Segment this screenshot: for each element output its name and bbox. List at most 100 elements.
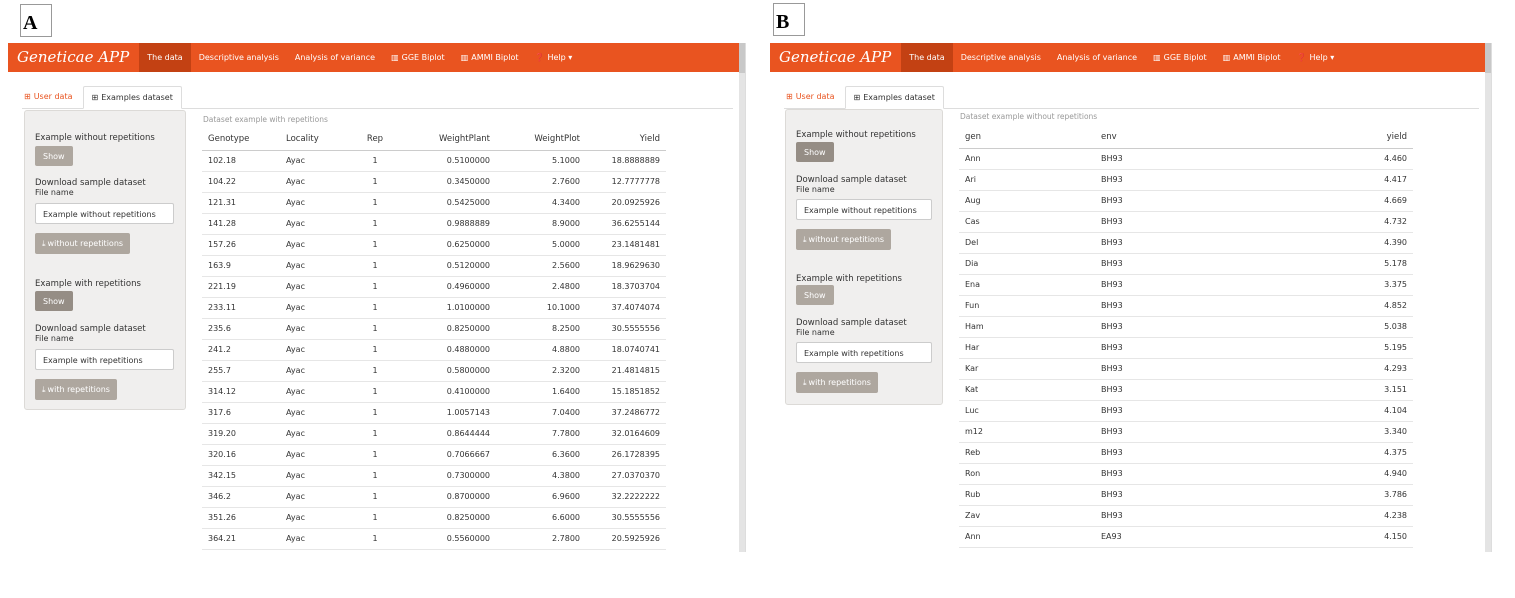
nav-gge-biplot[interactable]: ▥ GGE Biplot: [383, 43, 453, 72]
table-row: 319.20 Ayac 1 0.8644444 7.7800 32.0164609: [202, 423, 666, 445]
table-cell: 0.5100000: [400, 150, 496, 172]
nav-descriptive-analysis[interactable]: Descriptive analysis: [191, 43, 287, 72]
table-cell: 364.21: [202, 528, 280, 550]
panel-b-label: B: [773, 3, 805, 36]
sidebar: Example without repetitions Show Downloa…: [785, 109, 943, 405]
table-row: 255.7 Ayac 1 0.5800000 2.3200 21.4814815: [202, 360, 666, 382]
download-with-label: Download sample dataset: [35, 324, 146, 334]
download-with-button[interactable]: ⤓ with repetitions: [796, 372, 878, 393]
column-header[interactable]: yield: [1245, 127, 1413, 149]
table-cell: 102.18: [202, 150, 280, 172]
table-cell: 221.19: [202, 276, 280, 298]
column-header[interactable]: WeightPlot: [496, 129, 586, 151]
show-without-button[interactable]: Show: [796, 142, 834, 162]
table-cell: 1: [350, 213, 400, 235]
nav-label: AMMI Biplot: [471, 53, 519, 62]
nav-label: AMMI Biplot: [1233, 53, 1281, 62]
nav-descriptive-analysis[interactable]: Descriptive analysis: [953, 43, 1049, 72]
table-cell: 36.6255144: [586, 213, 666, 235]
filename-without-field[interactable]: Example without repetitions: [796, 199, 932, 220]
scrollbar[interactable]: [1485, 43, 1491, 552]
nav-label: GGE Biplot: [401, 53, 445, 62]
column-header[interactable]: env: [1095, 127, 1245, 149]
filename-with-field[interactable]: Example with repetitions: [35, 349, 174, 370]
nav-label: GGE Biplot: [1163, 53, 1207, 62]
table-cell: 0.5560000: [400, 528, 496, 550]
table-cell: 4.293: [1245, 358, 1413, 380]
show-with-button[interactable]: Show: [35, 291, 73, 311]
column-header[interactable]: Locality: [280, 129, 350, 151]
nav-the-data[interactable]: The data: [139, 43, 191, 72]
table-cell: 0.8250000: [400, 507, 496, 529]
nav-analysis-of-variance[interactable]: Analysis of variance: [1049, 43, 1145, 72]
table-cell: 20.5925926: [586, 528, 666, 550]
table-cell: 5.178: [1245, 253, 1413, 275]
column-header[interactable]: Rep: [350, 129, 400, 151]
table-cell: 18.9629630: [586, 255, 666, 277]
filename-without-label: File name: [35, 188, 74, 197]
table-cell: 20.0925926: [586, 192, 666, 214]
table-cell: 4.940: [1245, 463, 1413, 485]
filename-without-label: File name: [796, 185, 835, 194]
table-cell: 0.7066667: [400, 444, 496, 466]
table-row: 233.11 Ayac 1 1.0100000 10.1000 37.4074074: [202, 297, 666, 319]
table-row: Ron BH93 4.940: [959, 463, 1413, 485]
nav-help[interactable]: ❓ Help ▾: [526, 43, 580, 72]
column-header[interactable]: Genotype: [202, 129, 280, 151]
table-cell: 342.15: [202, 465, 280, 487]
table-cell: Ayac: [280, 423, 350, 445]
nav-label: The data: [909, 53, 945, 62]
show-without-button[interactable]: Show: [35, 146, 73, 166]
download-without-button[interactable]: ⤓ without repetitions: [35, 233, 131, 254]
table-row: 320.16 Ayac 1 0.7066667 6.3600 26.1728395: [202, 444, 666, 466]
table-cell: Ann: [959, 526, 1095, 548]
filename-without-field[interactable]: Example without repetitions: [35, 203, 174, 224]
filename-with-field[interactable]: Example with repetitions: [796, 342, 932, 363]
tab-user-data[interactable]: ⊞ User data: [784, 86, 845, 108]
table-row: m12 BH93 3.340: [959, 421, 1413, 443]
download-with-button[interactable]: ⤓ with repetitions: [35, 379, 117, 400]
table-row: 163.9 Ayac 1 0.5120000 2.5600 18.9629630: [202, 255, 666, 277]
table-cell: Kat: [959, 379, 1095, 401]
table-cell: 1: [350, 444, 400, 466]
column-header[interactable]: WeightPlant: [400, 129, 496, 151]
table-cell: 7.7800: [496, 423, 586, 445]
table-cell: 21.4814815: [586, 360, 666, 382]
chart-icon: ▥: [1222, 53, 1231, 62]
tab-examples-dataset[interactable]: ⊞ Examples dataset: [844, 86, 944, 109]
nav-label: Help ▾: [1309, 53, 1335, 62]
nav-gge-biplot[interactable]: ▥ GGE Biplot: [1145, 43, 1215, 72]
tab-user-data[interactable]: ⊞ User data: [22, 86, 83, 108]
nav-help[interactable]: ❓ Help ▾: [1288, 43, 1342, 72]
table-cell: Har: [959, 337, 1095, 359]
nav-ammi-biplot[interactable]: ▥ AMMI Biplot: [453, 43, 527, 72]
nav-the-data[interactable]: The data: [901, 43, 953, 72]
table-cell: Ayac: [280, 297, 350, 319]
column-header[interactable]: Yield: [586, 129, 666, 151]
table-cell: 121.31: [202, 192, 280, 214]
table-cell: Fun: [959, 295, 1095, 317]
app-brand[interactable]: Geneticae APP: [8, 43, 139, 72]
download-without-button[interactable]: ⤓ without repetitions: [796, 229, 892, 250]
table-cell: BH93: [1095, 169, 1245, 191]
table-cell: Ayac: [280, 507, 350, 529]
table-row: Luc BH93 4.104: [959, 400, 1413, 422]
nav-ammi-biplot[interactable]: ▥ AMMI Biplot: [1215, 43, 1289, 72]
table-cell: Kar: [959, 358, 1095, 380]
table-cell: 4.417: [1245, 169, 1413, 191]
column-header[interactable]: gen: [959, 127, 1095, 149]
example-without-label: Example without repetitions: [796, 130, 916, 140]
panel-a-label: A: [20, 4, 52, 37]
scrollbar[interactable]: [739, 43, 745, 552]
table-cell: 104.22: [202, 171, 280, 193]
tab-examples-dataset[interactable]: ⊞ Examples dataset: [82, 86, 182, 109]
table-cell: 27.0370370: [586, 465, 666, 487]
nav-analysis-of-variance[interactable]: Analysis of variance: [287, 43, 383, 72]
show-with-button[interactable]: Show: [796, 285, 834, 305]
table-cell: 0.4960000: [400, 276, 496, 298]
download-icon: ⤓: [42, 385, 46, 394]
navbar: Geneticae APP The data Descriptive analy…: [8, 43, 745, 72]
table-cell: 1: [350, 171, 400, 193]
button-label: without repetitions: [808, 235, 885, 244]
app-brand[interactable]: Geneticae APP: [770, 43, 901, 72]
